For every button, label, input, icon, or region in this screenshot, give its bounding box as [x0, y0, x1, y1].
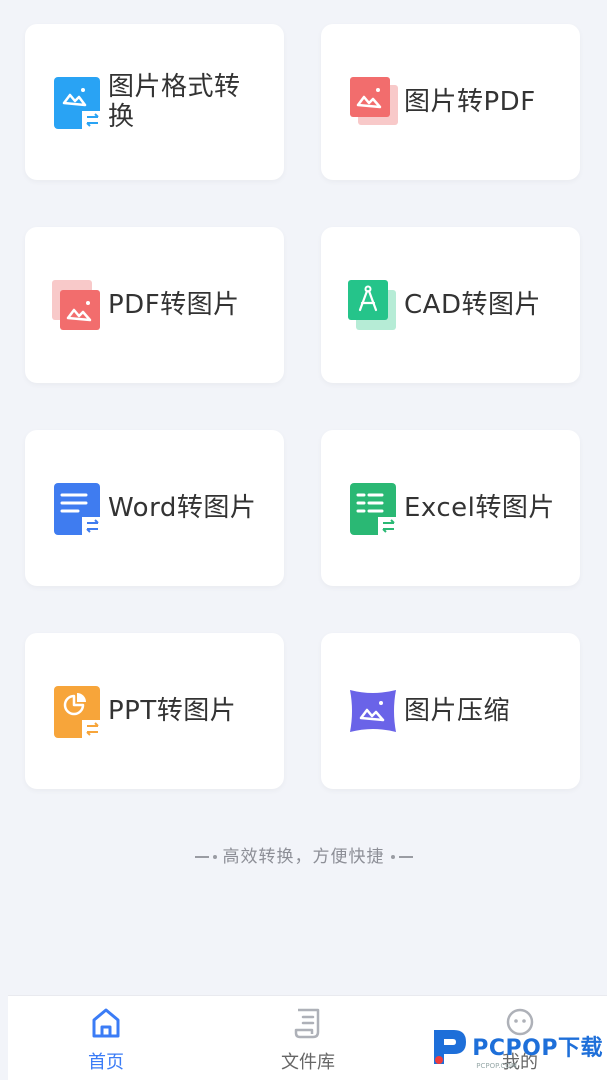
tab-home-label: 首页 — [88, 1052, 124, 1073]
tab-file-library[interactable]: 文件库 — [248, 1006, 368, 1074]
pdf-to-image-label: PDF转图片 — [108, 290, 240, 320]
ppt-to-image-card[interactable]: PPT转图片 — [25, 633, 284, 789]
watermark-sub: PCPOP.COM — [476, 1062, 517, 1070]
pcpop-logo-icon — [434, 1030, 467, 1064]
slogan: 高效转换，方便快捷 — [0, 842, 607, 867]
image-format-convert-card[interactable]: 图片格式转换 — [25, 24, 284, 180]
slogan-text: 高效转换，方便快捷 — [222, 847, 385, 867]
cad-to-image-label: CAD转图片 — [404, 290, 541, 320]
cad-to-image-card[interactable]: CAD转图片 — [321, 227, 580, 383]
pdf-to-image-card[interactable]: PDF转图片 — [25, 227, 284, 383]
image-to-pdf-label: 图片转PDF — [404, 87, 536, 117]
ppt-to-image-icon — [52, 682, 102, 740]
image-compress-label: 图片压缩 — [404, 696, 511, 726]
image-format-convert-label: 图片格式转换 — [108, 72, 241, 132]
image-compress-icon — [348, 682, 398, 740]
home-icon — [92, 1008, 120, 1038]
image-to-pdf-icon — [348, 73, 398, 131]
excel-to-image-label: Excel转图片 — [404, 493, 555, 523]
word-to-image-icon — [52, 479, 102, 537]
image-convert-icon — [52, 73, 102, 131]
ppt-to-image-label: PPT转图片 — [108, 696, 237, 726]
tool-grid: 图片格式转换 图片转PDF PDF转图片 CAD转图片 Word转图片 Exce… — [25, 24, 580, 789]
tab-home[interactable]: 首页 — [46, 1006, 166, 1074]
file-library-icon — [294, 1008, 320, 1039]
tab-file-library-label: 文件库 — [281, 1052, 335, 1073]
image-compress-card[interactable]: 图片压缩 — [321, 633, 580, 789]
excel-to-image-card[interactable]: Excel转图片 — [321, 430, 580, 586]
word-to-image-card[interactable]: Word转图片 — [25, 430, 284, 586]
word-to-image-label: Word转图片 — [108, 493, 257, 523]
image-to-pdf-card[interactable]: 图片转PDF — [321, 24, 580, 180]
bottom-tab-bar: 首页 文件库 我的 PCPOP下载 PCPOP.COM — [8, 995, 607, 1080]
cad-to-image-icon — [348, 276, 398, 334]
watermark-brand: PCPOP下载 — [472, 1036, 603, 1061]
excel-to-image-icon — [348, 479, 398, 537]
pdf-to-image-icon — [52, 276, 102, 334]
pcpop-watermark: PCPOP下载 PCPOP.COM — [428, 1024, 603, 1070]
